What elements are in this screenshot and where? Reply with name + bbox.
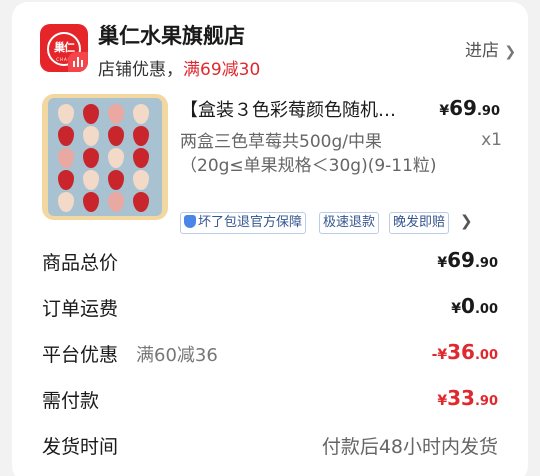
row-shipping: 订单运费 ¥0.00 — [42, 294, 498, 324]
total-label: 商品总价 — [42, 252, 119, 274]
currency-symbol: ¥ — [451, 301, 462, 317]
strawberry-shape — [108, 170, 124, 190]
strawberry-shape — [133, 126, 149, 146]
shop-name[interactable]: 巢仁水果旗舰店 — [98, 20, 245, 50]
shop-promo: 店铺优惠，满69减30 — [98, 55, 260, 80]
value-decimal: .90 — [474, 256, 498, 271]
shop-promo-label: 店铺优惠， — [98, 60, 183, 80]
shop-logo[interactable]: 巢仁 CHAO — [40, 24, 88, 72]
payable-value: ¥33.90 — [437, 386, 498, 410]
product-thumbnail[interactable] — [42, 94, 168, 220]
strawberry-shape — [58, 148, 74, 168]
price-decimal: .90 — [476, 104, 500, 119]
shipping-label: 订单运费 — [42, 298, 119, 320]
total-value: ¥69.90 — [437, 248, 498, 272]
value-integer: 33 — [447, 386, 475, 410]
product-title[interactable]: 【盒装３色彩莓颜色随机… — [180, 96, 396, 122]
currency-symbol: -¥ — [431, 347, 448, 363]
delivery-label: 发货时间 — [42, 436, 119, 458]
value-integer: 0 — [461, 294, 475, 318]
value-decimal: .00 — [474, 348, 498, 363]
strawberry-shape — [133, 104, 149, 124]
delivery-value: 付款后48小时内发货 — [321, 436, 498, 458]
value-integer: 36 — [447, 340, 475, 364]
shop-promo-value: 满69减30 — [183, 60, 261, 80]
strawberry-shape — [108, 104, 124, 124]
row-platform-discount[interactable]: 平台优惠 满60减36 -¥36.00 — [42, 340, 498, 370]
chevron-right-icon: ❯ — [504, 44, 517, 60]
platform-detail: 满60减36 — [136, 345, 218, 366]
strawberry-shape — [83, 104, 99, 124]
currency-symbol: ¥ — [437, 393, 448, 409]
order-card: 巢仁 CHAO 巢仁水果旗舰店 店铺优惠，满69减30 进店 ❯ 【盒装３色彩莓… — [12, 2, 528, 476]
value-decimal: .00 — [474, 302, 498, 317]
price-symbol: ¥ — [439, 103, 450, 119]
payable-label: 需付款 — [42, 390, 100, 412]
enter-shop-label: 进店 — [465, 41, 499, 61]
strawberry-shape — [133, 148, 149, 168]
price-integer: 69 — [449, 96, 477, 120]
strawberry-shape — [108, 192, 124, 212]
strawberry-shape — [108, 148, 124, 168]
tag-fast-refund[interactable]: 极速退款 — [319, 212, 380, 234]
tag-return-guarantee[interactable]: 坏了包退官方保障 — [180, 212, 307, 234]
tag-label: 坏了包退官方保障 — [198, 215, 303, 230]
shop-stats-icon — [68, 52, 88, 72]
tag-late-compensation[interactable]: 晚发即赔 — [389, 212, 450, 234]
strawberry-shape — [133, 192, 149, 212]
value-decimal: .90 — [474, 394, 498, 409]
strawberry-shape — [83, 126, 99, 146]
value-integer: 69 — [447, 248, 475, 272]
strawberry-shape — [58, 192, 74, 212]
platform-value: -¥36.00 — [432, 340, 498, 364]
currency-symbol: ¥ — [437, 255, 448, 271]
strawberry-shape — [108, 126, 124, 146]
product-spec: 两盒三色草莓共500g/中果（20g≤单果规格＜30g)(9-11粒) — [180, 132, 437, 176]
strawberry-box-image — [48, 98, 162, 216]
row-payable: 需付款 ¥33.90 — [42, 386, 498, 416]
row-total: 商品总价 ¥69.90 — [42, 248, 498, 278]
strawberry-shape — [83, 148, 99, 168]
strawberry-shape — [83, 170, 99, 190]
row-delivery: 发货时间 付款后48小时内发货 — [42, 432, 498, 462]
enter-shop-link[interactable]: 进店 ❯ — [465, 36, 516, 61]
shield-icon — [184, 215, 196, 228]
strawberry-shape — [133, 170, 149, 190]
strawberry-shape — [83, 192, 99, 212]
product-price: ¥69.90 — [439, 96, 500, 120]
platform-label: 平台优惠 — [42, 344, 119, 366]
strawberry-shape — [58, 170, 74, 190]
shipping-value: ¥0.00 — [451, 294, 498, 318]
strawberry-shape — [58, 104, 74, 124]
product-quantity: x1 — [481, 130, 502, 150]
chevron-right-icon[interactable]: ❯ — [460, 212, 473, 230]
strawberry-shape — [58, 126, 74, 146]
